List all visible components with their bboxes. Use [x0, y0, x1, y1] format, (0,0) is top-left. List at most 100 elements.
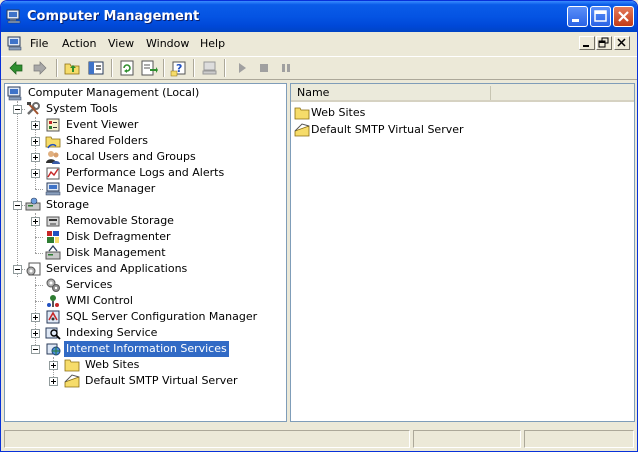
collapse-icon[interactable] — [31, 345, 40, 354]
tree-label: Indexing Service — [66, 326, 158, 339]
pause-service-icon[interactable] — [277, 59, 295, 77]
tree-label: WMI Control — [66, 294, 133, 307]
tree-label: Event Viewer — [66, 118, 139, 131]
tree-label: SQL Server Configuration Manager — [66, 310, 258, 323]
disk-management-icon — [45, 245, 61, 261]
tree-label: Disk Defragmenter — [66, 230, 171, 243]
results-pane[interactable]: Name Web Sites Default SMTP Virtual Serv… — [290, 83, 635, 422]
computer-management-icon — [6, 8, 22, 24]
tree-label: System Tools — [46, 102, 118, 115]
toolbar-separator — [163, 59, 165, 77]
tree-connector — [35, 253, 43, 254]
toolbar-separator — [224, 59, 226, 77]
column-header-empty — [491, 84, 634, 102]
tree-label: Storage — [46, 198, 90, 211]
toolbar-separator — [56, 59, 58, 77]
status-bar — [1, 427, 637, 451]
event-viewer-icon — [45, 117, 61, 133]
tree-connector — [35, 237, 43, 238]
tree-label: Services — [66, 278, 113, 291]
expand-icon[interactable] — [31, 153, 40, 162]
connect-computer-icon[interactable] — [201, 59, 219, 77]
expand-icon[interactable] — [31, 137, 40, 146]
export-list-icon[interactable] — [140, 59, 158, 77]
tree-label: Removable Storage — [66, 214, 174, 227]
services-applications-icon — [25, 261, 41, 277]
status-pane — [413, 430, 521, 448]
collapse-icon[interactable] — [13, 105, 22, 114]
smtp-server-icon — [294, 122, 310, 138]
mdi-close-button[interactable] — [614, 36, 630, 50]
expand-icon[interactable] — [31, 121, 40, 130]
computer-management-window: Computer Management File Action View Win… — [0, 0, 638, 452]
device-manager-icon — [45, 181, 61, 197]
minimize-button[interactable] — [567, 6, 588, 27]
tree-connector — [17, 101, 18, 277]
console-tree[interactable]: Computer Management (Local) System Tools… — [4, 83, 287, 422]
folder-icon — [64, 357, 80, 373]
tree-label: Shared Folders — [66, 134, 148, 147]
menu-window[interactable]: Window — [146, 37, 189, 50]
mdi-restore-button[interactable] — [596, 36, 612, 50]
sql-server-icon — [45, 309, 61, 325]
toolbar-separator — [111, 59, 113, 77]
tree-label: Services and Applications — [46, 262, 188, 275]
expand-icon[interactable] — [31, 169, 40, 178]
expand-icon[interactable] — [49, 361, 58, 370]
tree-connector — [35, 285, 43, 286]
tree-connector — [35, 189, 43, 190]
expand-icon[interactable] — [49, 377, 58, 386]
list-item-label: Web Sites — [311, 106, 366, 119]
smtp-server-icon — [64, 373, 80, 389]
menu-action[interactable]: Action — [62, 37, 96, 50]
show-hide-console-tree-icon[interactable] — [87, 59, 105, 77]
folder-icon — [294, 105, 310, 121]
wmi-control-icon — [45, 293, 61, 309]
help-icon[interactable]: ? — [170, 59, 188, 77]
forward-arrow-icon[interactable] — [31, 59, 49, 77]
list-item-label: Default SMTP Virtual Server — [311, 123, 464, 136]
stop-service-icon[interactable] — [255, 59, 273, 77]
tree-label: Device Manager — [66, 182, 156, 195]
indexing-service-icon — [45, 325, 61, 341]
title-bar[interactable]: Computer Management — [1, 1, 637, 32]
mdi-minimize-button[interactable] — [579, 36, 595, 50]
expand-icon[interactable] — [31, 329, 40, 338]
computer-management-icon — [7, 85, 23, 101]
tree-label: Disk Management — [66, 246, 166, 259]
refresh-icon[interactable] — [118, 59, 136, 77]
shared-folder-icon — [45, 133, 61, 149]
maximize-button[interactable] — [590, 6, 611, 27]
menu-view[interactable]: View — [108, 37, 134, 50]
toolbar-separator — [193, 59, 195, 77]
tree-label: Web Sites — [85, 358, 140, 371]
mmc-document-icon[interactable] — [7, 35, 23, 51]
storage-icon — [25, 197, 41, 213]
window-title: Computer Management — [27, 9, 200, 24]
start-service-icon[interactable] — [233, 59, 251, 77]
menu-help[interactable]: Help — [200, 37, 225, 50]
users-icon — [45, 149, 61, 165]
column-header-name[interactable]: Name — [291, 84, 491, 102]
status-pane — [524, 430, 634, 448]
expand-icon[interactable] — [31, 217, 40, 226]
collapse-icon[interactable] — [13, 265, 22, 274]
tree-label: Computer Management (Local) — [28, 86, 200, 99]
menu-file[interactable]: File — [30, 37, 48, 50]
iis-icon — [45, 341, 61, 357]
back-arrow-icon[interactable] — [7, 59, 25, 77]
tree-label: Internet Information Services — [63, 340, 230, 358]
close-button[interactable] — [613, 6, 634, 27]
disk-defragmenter-icon — [45, 229, 61, 245]
tree-label: Local Users and Groups — [66, 150, 196, 163]
expand-icon[interactable] — [31, 313, 40, 322]
up-one-level-icon[interactable] — [63, 59, 81, 77]
tree-label: Default SMTP Virtual Server — [85, 374, 238, 387]
tree-connector — [35, 301, 43, 302]
status-pane — [4, 430, 410, 448]
tree-label: Performance Logs and Alerts — [66, 166, 225, 179]
removable-storage-icon — [45, 213, 61, 229]
collapse-icon[interactable] — [13, 201, 22, 210]
tools-icon — [25, 101, 41, 117]
services-gear-icon — [45, 277, 61, 293]
